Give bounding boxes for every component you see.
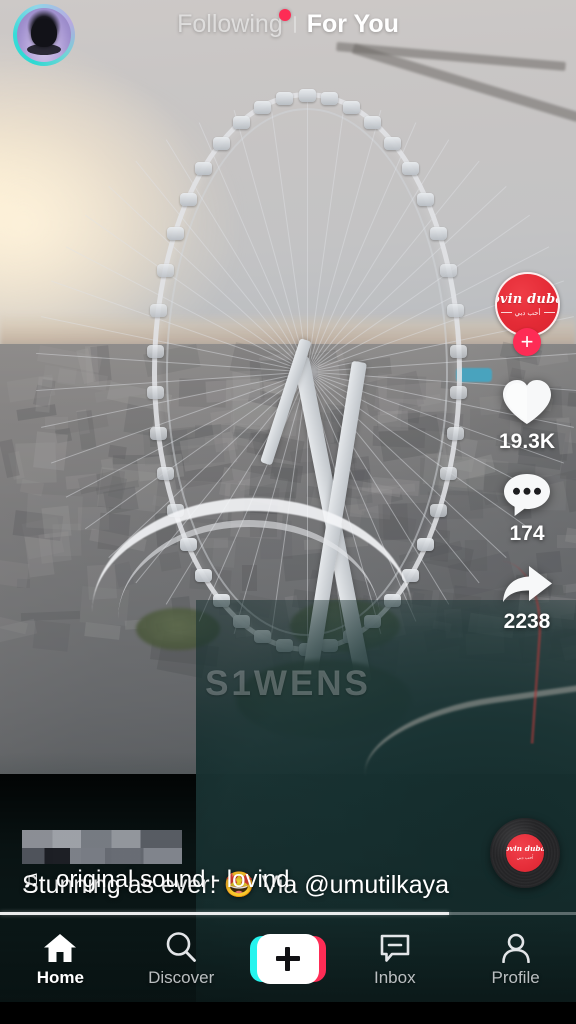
- create-white-face: [256, 933, 319, 984]
- tab-following-label: Following: [177, 9, 283, 38]
- disc-label: lovin dubai أحب دبي: [506, 834, 544, 872]
- author-block: lovin dubai أحب دبي +: [492, 272, 562, 360]
- tab-separator: [293, 15, 296, 33]
- comment-count: 174: [509, 522, 545, 545]
- nav-label-discover: Discover: [148, 968, 215, 987]
- phone-screen: S1WENS Following For You lovin dubai أحب…: [0, 0, 576, 1024]
- music-row[interactable]: ♫ original sound - lovind: [22, 866, 289, 894]
- home-icon: [43, 929, 77, 963]
- feed-tabs: Following For You: [0, 0, 576, 48]
- disc-label-brand: lovin dubai: [506, 844, 544, 854]
- action-rail: lovin dubai أحب دبي + 19.3K: [491, 272, 563, 634]
- nav-item-discover[interactable]: Discover: [129, 929, 233, 988]
- nav-item-inbox[interactable]: Inbox: [343, 929, 447, 988]
- music-title[interactable]: original sound - lovind: [56, 866, 289, 894]
- disc-label-arabic: أحب دبي: [516, 854, 534, 860]
- create-post-button[interactable]: [249, 933, 326, 984]
- video-watermark: S1WENS: [205, 664, 371, 703]
- comment-button[interactable]: 174: [502, 472, 552, 546]
- following-badge-dot: [278, 8, 291, 21]
- nav-item-home[interactable]: Home: [8, 929, 112, 988]
- like-button[interactable]: 19.3K: [499, 378, 555, 454]
- music-disc[interactable]: lovin dubai أحب دبي: [490, 818, 560, 888]
- person-icon: [501, 929, 531, 963]
- tab-for-you-label: For You: [306, 9, 399, 38]
- share-arrow-icon: [500, 562, 554, 606]
- follow-plus-label: +: [520, 329, 534, 354]
- share-count: 2238: [503, 610, 551, 633]
- nav-item-profile[interactable]: Profile: [464, 929, 568, 988]
- username-censored: [22, 830, 182, 864]
- bottom-nav: Home Discover Inbox Profile: [0, 915, 576, 1002]
- music-note-icon: ♫: [22, 866, 40, 893]
- tab-for-you[interactable]: For You: [298, 10, 408, 39]
- top-bar: Following For You: [0, 0, 576, 66]
- heart-icon: [501, 378, 553, 426]
- nav-label-profile: Profile: [491, 968, 540, 987]
- inbox-icon: [379, 929, 411, 963]
- nav-label-inbox: Inbox: [373, 968, 416, 987]
- like-count: 19.3K: [498, 430, 556, 453]
- tab-following[interactable]: Following: [168, 8, 292, 39]
- search-icon: [165, 929, 197, 963]
- share-button[interactable]: 2238: [500, 562, 554, 634]
- author-avatar-arabic-text: أحب دبي: [500, 309, 555, 317]
- author-avatar-brand-text: lovin dubai: [497, 291, 558, 307]
- home-indicator-bar: [0, 1002, 576, 1024]
- plus-icon: [275, 946, 300, 971]
- follow-button[interactable]: +: [513, 328, 541, 356]
- nav-label-home: Home: [36, 968, 84, 987]
- comment-bubble-icon: [502, 472, 552, 518]
